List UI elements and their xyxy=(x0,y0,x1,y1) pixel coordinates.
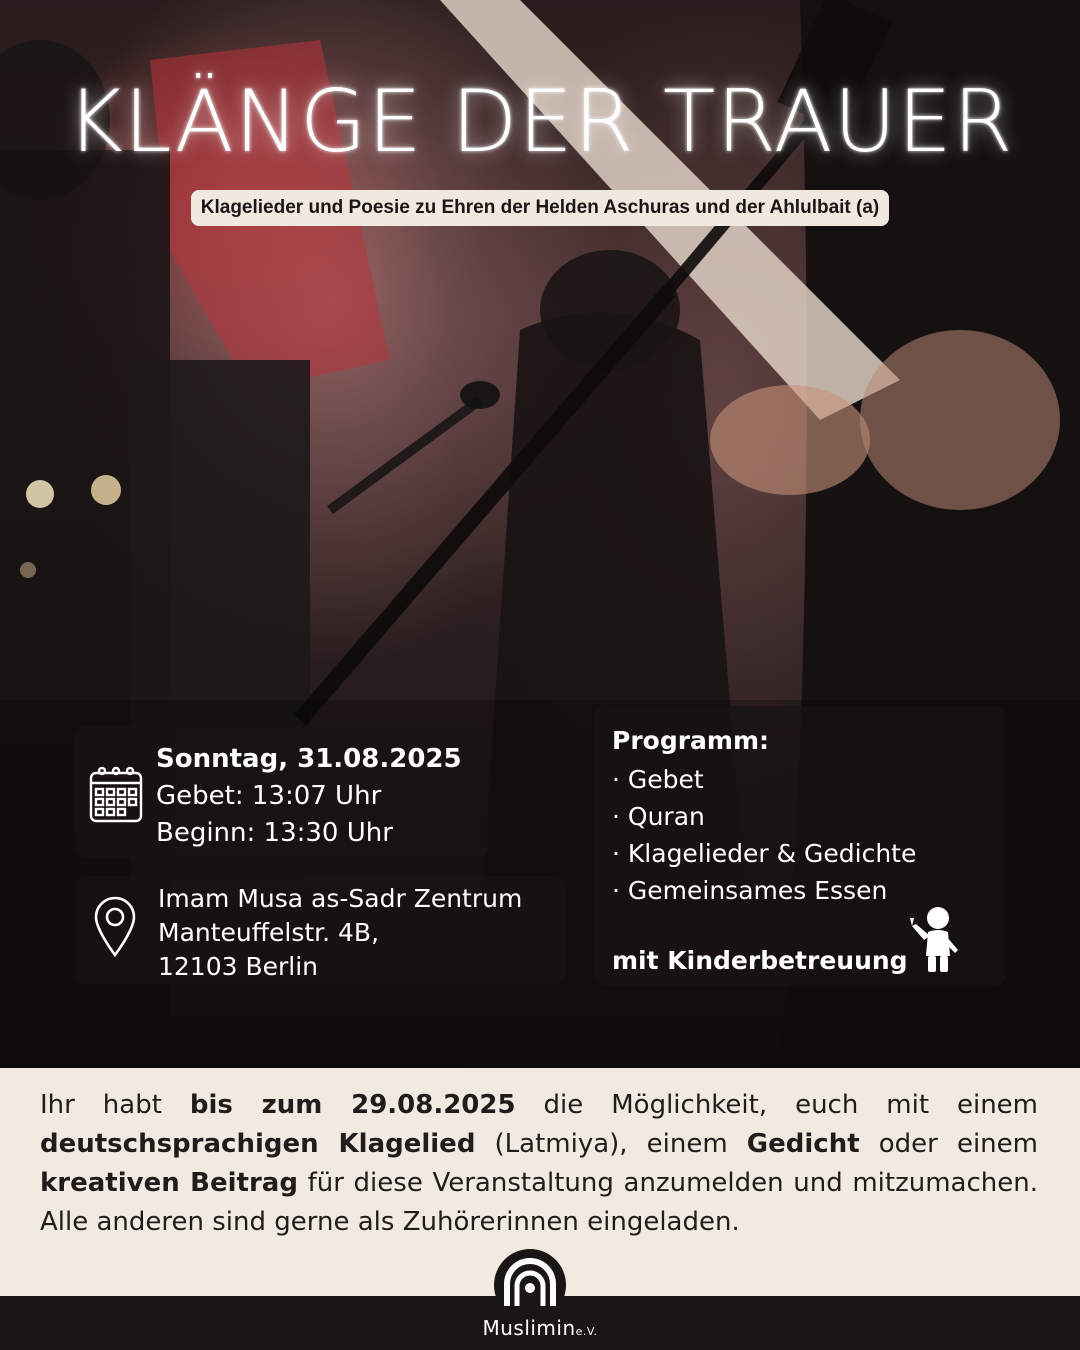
info-bold-part: kreativen Beitrag xyxy=(40,1168,298,1198)
prayer-time: Gebet: 13:07 Uhr xyxy=(156,781,382,811)
location-box: Imam Musa as-Sadr Zentrum Manteuffelstr.… xyxy=(74,876,566,984)
start-time: Beginn: 13:30 Uhr xyxy=(156,818,393,848)
event-date: Sonntag, 31.08.2025 xyxy=(156,744,462,774)
brand-suffix: e.V. xyxy=(575,1325,598,1338)
muslimin-logo xyxy=(493,1248,567,1326)
info-text-part: die Möglichkeit, euch mit einem xyxy=(515,1090,1039,1120)
brand-name: Muslimine.V. xyxy=(0,1316,1080,1340)
date-lines: Sonntag, 31.08.2025 Gebet: 13:07 Uhr Beg… xyxy=(156,741,462,852)
program-item: Gebet xyxy=(612,761,916,798)
info-bold-part: Gedicht xyxy=(746,1129,860,1159)
program-heading: Programm: xyxy=(612,726,770,755)
info-text: Ihr habt bis zum 29.08.2025 die Möglichk… xyxy=(40,1086,1038,1242)
calendar-icon xyxy=(88,765,144,829)
date-box: Sonntag, 31.08.2025 Gebet: 13:07 Uhr Beg… xyxy=(74,725,488,859)
venue-street: Manteuffelstr. 4B, xyxy=(158,918,380,947)
event-subtitle: Klagelieder und Poesie zu Ehren der Held… xyxy=(190,190,890,226)
info-text-part: oder einem xyxy=(859,1129,1038,1159)
hero-photo: KLÄNGE DER TRAUER Klagelieder und Poesie… xyxy=(0,0,1080,1068)
info-text-part: (Latmiya), einem xyxy=(475,1129,747,1159)
program-item: Gemeinsames Essen xyxy=(612,872,916,909)
info-bold-part: deutschsprachigen Klagelied xyxy=(40,1129,476,1159)
subtitle-container: Klagelieder und Poesie zu Ehren der Held… xyxy=(0,190,1080,226)
childcare-label: mit Kinderbetreuung xyxy=(612,946,908,975)
venue-city: 12103 Berlin xyxy=(158,952,319,981)
location-pin-icon xyxy=(92,896,138,962)
info-deadline: bis zum 29.08.2025 xyxy=(189,1090,516,1120)
program-box: Programm: Gebet Quran Klagelieder & Gedi… xyxy=(594,706,1006,986)
program-list: Gebet Quran Klagelieder & Gedichte Gemei… xyxy=(612,761,916,909)
info-text-part: Ihr habt xyxy=(40,1090,190,1120)
program-item: Klagelieder & Gedichte xyxy=(612,835,916,872)
location-lines: Imam Musa as-Sadr Zentrum Manteuffelstr.… xyxy=(158,882,522,984)
event-title: KLÄNGE DER TRAUER xyxy=(66,72,1014,172)
child-icon xyxy=(910,904,964,980)
brand-label: Muslimin xyxy=(482,1316,576,1340)
program-item: Quran xyxy=(612,798,916,835)
venue-name: Imam Musa as-Sadr Zentrum xyxy=(158,884,523,913)
